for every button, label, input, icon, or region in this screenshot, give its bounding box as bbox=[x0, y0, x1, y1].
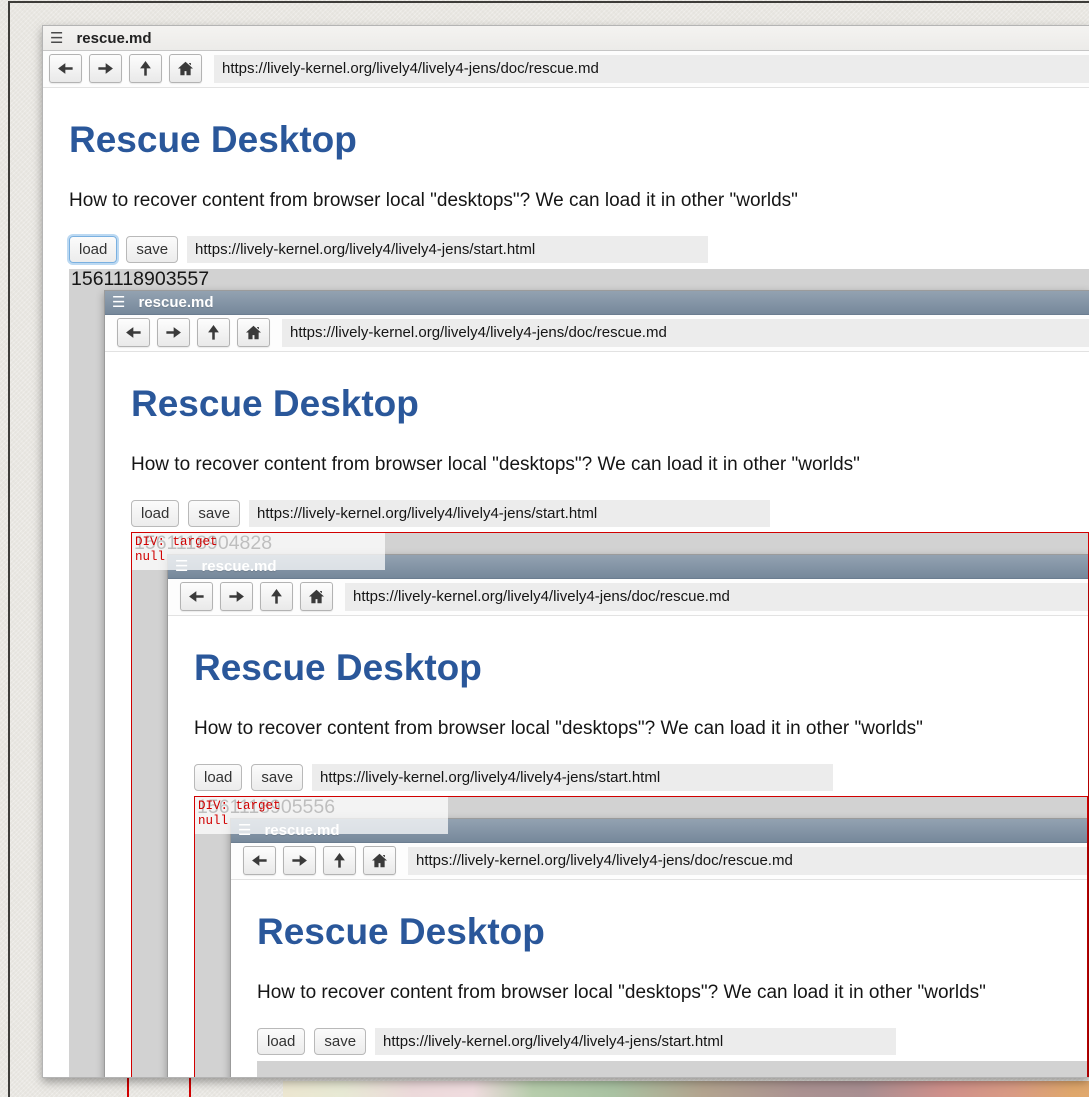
forward-button[interactable] bbox=[283, 846, 316, 875]
page-description: How to recover content from browser loca… bbox=[194, 718, 1088, 740]
forward-button[interactable] bbox=[220, 582, 253, 611]
up-icon bbox=[136, 59, 155, 78]
home-icon bbox=[370, 851, 389, 870]
probe-value-label: null bbox=[198, 814, 448, 829]
window-rescue-md: ☰ rescue.md Rescue Desktop How to recove… bbox=[42, 25, 1089, 1078]
window-title: rescue.md bbox=[76, 30, 151, 47]
back-icon bbox=[250, 851, 269, 870]
embedded-desktop-frame bbox=[257, 1061, 1087, 1078]
load-save-row: load save bbox=[69, 234, 1089, 265]
back-button[interactable] bbox=[180, 582, 213, 611]
home-icon bbox=[176, 59, 195, 78]
probe-target-label: DIV: target bbox=[135, 535, 385, 550]
forward-icon bbox=[164, 323, 183, 342]
home-icon bbox=[307, 587, 326, 606]
document-content: Rescue Desktop How to recover content fr… bbox=[43, 88, 1089, 1078]
save-button[interactable]: save bbox=[314, 1028, 366, 1055]
timestamp: 1561118903557 bbox=[69, 269, 1089, 290]
up-icon bbox=[267, 587, 286, 606]
menu-icon[interactable]: ☰ bbox=[50, 31, 63, 46]
page-title: Rescue Desktop bbox=[69, 120, 1089, 160]
url-bar[interactable] bbox=[408, 847, 1087, 875]
page-title: Rescue Desktop bbox=[131, 384, 1089, 424]
back-icon bbox=[56, 59, 75, 78]
back-icon bbox=[124, 323, 143, 342]
url-bar[interactable] bbox=[214, 55, 1089, 83]
forward-button[interactable] bbox=[157, 318, 190, 347]
window-titlebar[interactable]: ☰ rescue.md bbox=[43, 26, 1089, 51]
inspection-overlay: DIV: target null bbox=[132, 533, 385, 570]
inspection-border-overflow bbox=[127, 1078, 129, 1097]
window-titlebar[interactable]: ☰ rescue.md bbox=[105, 291, 1089, 315]
home-icon bbox=[244, 323, 263, 342]
up-button[interactable] bbox=[260, 582, 293, 611]
forward-icon bbox=[290, 851, 309, 870]
target-url-input[interactable] bbox=[375, 1028, 896, 1055]
page-description: How to recover content from browser loca… bbox=[131, 454, 1089, 476]
load-save-row: load save bbox=[194, 762, 1088, 793]
page-title: Rescue Desktop bbox=[257, 912, 1087, 952]
page-description: How to recover content from browser loca… bbox=[69, 190, 1089, 212]
window-title: rescue.md bbox=[138, 294, 213, 311]
window-rescue-md-nested: ☰ rescue.md Rescue Desktop How to recove… bbox=[104, 290, 1089, 1078]
load-save-row: load save bbox=[257, 1026, 1087, 1057]
up-button[interactable] bbox=[197, 318, 230, 347]
url-bar[interactable] bbox=[345, 583, 1088, 611]
document-content: Rescue Desktop How to recover content fr… bbox=[168, 616, 1088, 1078]
home-button[interactable] bbox=[169, 54, 202, 83]
up-icon bbox=[204, 323, 223, 342]
save-button[interactable]: save bbox=[188, 500, 240, 527]
desktop-wallpaper bbox=[283, 1081, 1089, 1097]
load-save-row: load save bbox=[131, 498, 1089, 529]
save-button[interactable]: save bbox=[251, 764, 303, 791]
document-content: Rescue Desktop How to recover content fr… bbox=[105, 352, 1089, 1078]
back-button[interactable] bbox=[49, 54, 82, 83]
up-button[interactable] bbox=[129, 54, 162, 83]
up-icon bbox=[330, 851, 349, 870]
target-url-input[interactable] bbox=[187, 236, 708, 263]
home-button[interactable] bbox=[363, 846, 396, 875]
embedded-desktop-frame-inspected: 1561118905556 DIV: target null ☰ bbox=[194, 796, 1088, 1078]
home-button[interactable] bbox=[237, 318, 270, 347]
menu-icon[interactable]: ☰ bbox=[112, 295, 125, 310]
window-rescue-md-nested: ☰ rescue.md bbox=[230, 818, 1087, 1078]
document-content: Rescue Desktop How to recover content fr… bbox=[231, 880, 1087, 1078]
page-description: How to recover content from browser loca… bbox=[257, 982, 1087, 1004]
url-bar[interactable] bbox=[282, 319, 1089, 347]
embedded-desktop-frame-inspected: 1561118904828 DIV: target null ☰ rescue.… bbox=[131, 532, 1089, 1078]
forward-icon bbox=[96, 59, 115, 78]
probe-value-label: null bbox=[135, 550, 385, 565]
back-icon bbox=[187, 587, 206, 606]
load-button[interactable]: load bbox=[69, 236, 117, 263]
up-button[interactable] bbox=[323, 846, 356, 875]
nav-toolbar bbox=[231, 843, 1087, 880]
forward-icon bbox=[227, 587, 246, 606]
save-button[interactable]: save bbox=[126, 236, 178, 263]
nav-toolbar bbox=[168, 579, 1088, 616]
page-title: Rescue Desktop bbox=[194, 648, 1088, 688]
load-button[interactable]: load bbox=[131, 500, 179, 527]
target-url-input[interactable] bbox=[249, 500, 770, 527]
nav-toolbar bbox=[43, 51, 1089, 88]
window-rescue-md-nested: ☰ rescue.md Rescue Desk bbox=[167, 554, 1088, 1078]
target-url-input[interactable] bbox=[312, 764, 833, 791]
back-button[interactable] bbox=[117, 318, 150, 347]
nav-toolbar bbox=[105, 315, 1089, 352]
home-button[interactable] bbox=[300, 582, 333, 611]
forward-button[interactable] bbox=[89, 54, 122, 83]
load-button[interactable]: load bbox=[194, 764, 242, 791]
probe-target-label: DIV: target bbox=[198, 799, 448, 814]
embedded-desktop-frame: 1561118903557 ☰ rescue.md Rescue Desktop… bbox=[69, 269, 1089, 1078]
inspection-border-overflow bbox=[189, 1078, 191, 1097]
load-button[interactable]: load bbox=[257, 1028, 305, 1055]
back-button[interactable] bbox=[243, 846, 276, 875]
inspection-overlay: DIV: target null bbox=[195, 797, 448, 834]
